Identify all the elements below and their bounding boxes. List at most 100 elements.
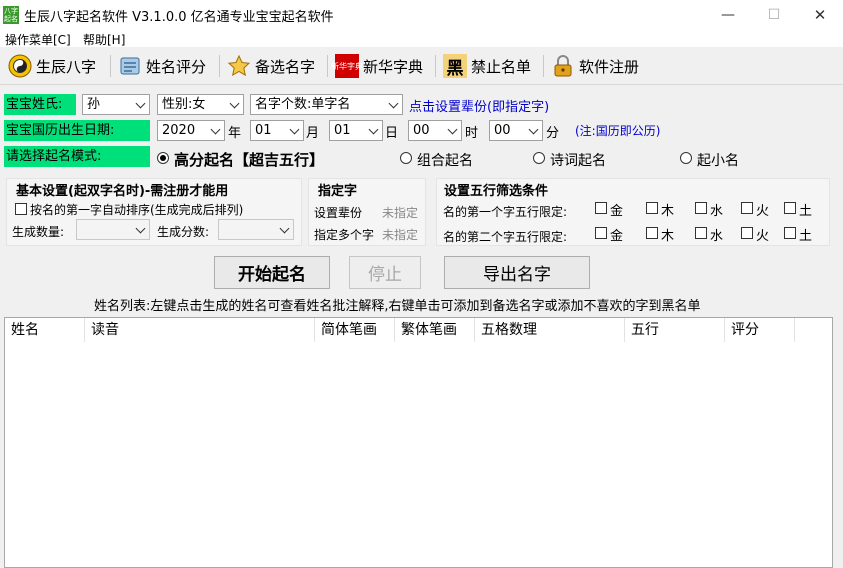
wuxing-row2-label: 名的第二个字五行限定: bbox=[443, 230, 568, 244]
list-hint: 姓名列表:左键点击生成的姓名可查看姓名批注解释,右键单击可添加到备选名字或添加不… bbox=[94, 299, 701, 314]
scroll-icon bbox=[118, 54, 142, 78]
day-combo[interactable]: 01 bbox=[329, 120, 383, 141]
toolbar-separator bbox=[110, 55, 111, 77]
element-label: 木 bbox=[661, 204, 675, 219]
multi-value[interactable]: 未指定 bbox=[382, 226, 418, 243]
element-label: 火 bbox=[756, 229, 770, 244]
count-combo[interactable] bbox=[76, 219, 150, 240]
set-generation-link[interactable]: 点击设置辈份(即指定字) bbox=[409, 96, 549, 115]
gender-value: 性别:女 bbox=[162, 97, 206, 112]
element-label: 土 bbox=[799, 204, 813, 219]
row1-wood-checkbox[interactable] bbox=[646, 202, 658, 214]
toolbar: 生辰八字 姓名评分 备选名字 新华字典 新华字典 黑 禁止名单 软件注册 bbox=[0, 47, 843, 85]
element-label: 金 bbox=[610, 229, 624, 244]
toolbar-label: 新华字典 bbox=[363, 57, 424, 76]
element-label: 土 bbox=[799, 229, 813, 244]
year-combo[interactable]: 2020 bbox=[157, 120, 225, 141]
score-label: 生成分数: bbox=[157, 225, 210, 239]
column-header-score[interactable]: 评分 bbox=[725, 318, 795, 342]
export-button[interactable]: 导出名字 bbox=[444, 256, 590, 289]
column-header-name[interactable]: 姓名 bbox=[5, 318, 85, 342]
minute-combo[interactable]: 00 bbox=[489, 120, 543, 141]
surname-value: 孙 bbox=[87, 97, 101, 112]
radio-unselected[interactable] bbox=[533, 152, 545, 164]
row1-water-checkbox[interactable] bbox=[695, 202, 707, 214]
name-length-combo[interactable]: 名字个数:单字名 bbox=[250, 94, 403, 115]
radio-selected[interactable] bbox=[157, 152, 169, 164]
element-label: 水 bbox=[710, 204, 724, 219]
mode-label-text: 组合起名 bbox=[417, 153, 473, 169]
hour-value: 00 bbox=[413, 123, 430, 138]
name-list[interactable]: 姓名 读音 简体笔画 繁体笔画 五格数理 五行 评分 bbox=[4, 317, 833, 568]
toolbar-label: 禁止名单 bbox=[471, 57, 532, 76]
chevron-down-icon bbox=[229, 98, 240, 109]
auto-sort-checkbox[interactable] bbox=[15, 203, 27, 215]
row1-metal-checkbox[interactable] bbox=[595, 202, 607, 214]
minimize-button[interactable]: — bbox=[705, 0, 751, 30]
mode-combination[interactable]: 组合起名 bbox=[400, 150, 500, 169]
wuxing-title: 设置五行筛选条件 bbox=[444, 184, 549, 199]
toolbar-separator bbox=[543, 55, 544, 77]
hour-combo[interactable]: 00 bbox=[408, 120, 462, 141]
stop-button[interactable]: 停止 bbox=[349, 256, 421, 289]
mode-high-score[interactable]: 高分起名【超吉五行】 bbox=[157, 150, 324, 169]
gender-combo[interactable]: 性别:女 bbox=[157, 94, 244, 115]
mode-label-text: 诗词起名 bbox=[550, 153, 606, 169]
lock-icon bbox=[551, 54, 575, 78]
chevron-down-icon bbox=[388, 98, 399, 109]
row1-earth-checkbox[interactable] bbox=[784, 202, 796, 214]
calendar-note: (注:国历即公历) bbox=[575, 124, 661, 138]
close-button[interactable]: ✕ bbox=[797, 0, 843, 30]
star-icon bbox=[227, 54, 251, 78]
mode-label: 请选择起名模式: bbox=[4, 146, 150, 167]
toolbar-label: 软件注册 bbox=[579, 57, 640, 76]
toolbar-favorites-button[interactable]: 备选名字 bbox=[227, 47, 315, 85]
row2-fire-checkbox[interactable] bbox=[741, 227, 753, 239]
toolbar-score-button[interactable]: 姓名评分 bbox=[118, 47, 206, 85]
month-unit: 月 bbox=[306, 126, 320, 141]
toolbar-label: 生辰八字 bbox=[36, 57, 97, 76]
forbid-icon: 黑 bbox=[443, 54, 467, 79]
basic-settings-title: 基本设置(起双字名时)-需注册才能用 bbox=[16, 184, 229, 199]
mode-nickname[interactable]: 起小名 bbox=[680, 150, 760, 169]
mode-label-text: 高分起名【超吉五行】 bbox=[174, 151, 325, 169]
row2-wood-checkbox[interactable] bbox=[646, 227, 658, 239]
column-header-wuge[interactable]: 五格数理 bbox=[475, 318, 625, 342]
row1-fire-checkbox[interactable] bbox=[741, 202, 753, 214]
toolbar-bazi-button[interactable]: 生辰八字 bbox=[8, 47, 96, 85]
column-header-pronunciation[interactable]: 读音 bbox=[85, 318, 315, 342]
element-label: 火 bbox=[756, 204, 770, 219]
wuxing-row1-label: 名的第一个字五行限定: bbox=[443, 205, 568, 219]
toolbar-register-button[interactable]: 软件注册 bbox=[551, 47, 639, 85]
month-combo[interactable]: 01 bbox=[250, 120, 304, 141]
row2-earth-checkbox[interactable] bbox=[784, 227, 796, 239]
column-header-wuxing[interactable]: 五行 bbox=[625, 318, 725, 342]
score-combo[interactable] bbox=[218, 219, 294, 240]
start-button[interactable]: 开始起名 bbox=[214, 256, 330, 289]
window-title: 生辰八字起名软件 V3.1.0.0 亿名通专业宝宝起名软件 bbox=[24, 10, 334, 25]
toolbar-blacklist-button[interactable]: 黑 禁止名单 bbox=[443, 47, 531, 85]
toolbar-label: 备选名字 bbox=[255, 57, 316, 76]
column-header-traditional-strokes[interactable]: 繁体笔画 bbox=[395, 318, 475, 342]
day-unit: 日 bbox=[385, 126, 399, 141]
menu-operations[interactable]: 操作菜单[C] bbox=[5, 31, 71, 48]
menu-help[interactable]: 帮助[H] bbox=[83, 31, 125, 48]
radio-unselected[interactable] bbox=[400, 152, 412, 164]
row2-metal-checkbox[interactable] bbox=[595, 227, 607, 239]
radio-unselected[interactable] bbox=[680, 152, 692, 164]
hour-unit: 时 bbox=[465, 126, 479, 141]
chevron-down-icon bbox=[210, 124, 221, 135]
chevron-down-icon bbox=[368, 124, 379, 135]
row2-water-checkbox[interactable] bbox=[695, 227, 707, 239]
toolbar-separator bbox=[435, 55, 436, 77]
toolbar-dictionary-button[interactable]: 新华字典 新华字典 bbox=[331, 47, 424, 85]
maximize-button[interactable]: ☐ bbox=[751, 0, 797, 30]
column-header-simplified-strokes[interactable]: 简体笔画 bbox=[315, 318, 395, 342]
title-bar: 八字起名 生辰八字起名软件 V3.1.0.0 亿名通专业宝宝起名软件 — ☐ ✕ bbox=[0, 0, 843, 30]
toolbar-label: 姓名评分 bbox=[146, 57, 207, 76]
toolbar-separator bbox=[327, 55, 328, 77]
mode-poetry[interactable]: 诗词起名 bbox=[533, 150, 633, 169]
chevron-down-icon bbox=[289, 124, 300, 135]
surname-combo[interactable]: 孙 bbox=[82, 94, 150, 115]
generation-value[interactable]: 未指定 bbox=[382, 204, 418, 221]
